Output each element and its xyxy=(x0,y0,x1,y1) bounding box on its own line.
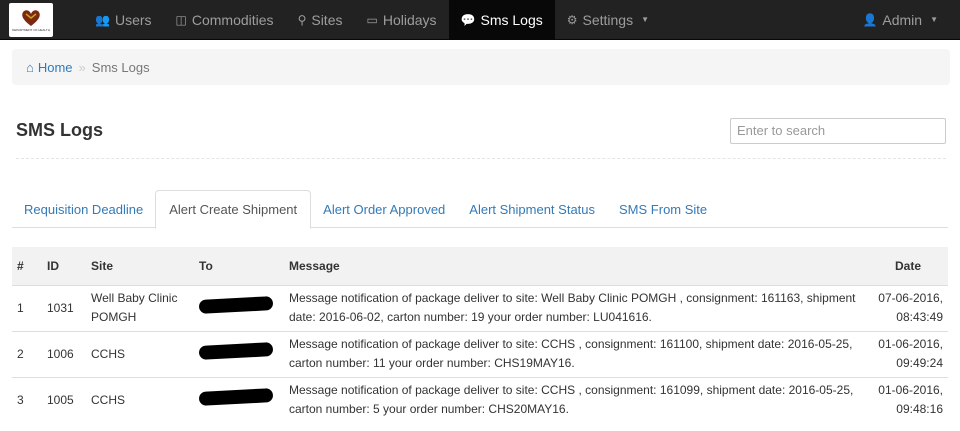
cell-site: Well Baby Clinic POMGH xyxy=(86,284,194,331)
bird-emblem-icon xyxy=(22,9,40,26)
map-marker-icon: ⚲ xyxy=(297,12,307,27)
tab-alert-create-shipment[interactable]: Alert Create Shipment xyxy=(155,190,312,229)
page-header: SMS Logs xyxy=(16,85,946,159)
breadcrumb-current: Sms Logs xyxy=(91,59,150,75)
breadcrumb-home-label: Home xyxy=(37,59,73,75)
breadcrumb: ⌂ Home » Sms Logs xyxy=(12,49,950,85)
nav-item-commodities[interactable]: ◫ Commodities xyxy=(164,0,286,40)
redacted-phone xyxy=(198,342,274,360)
tab-sms-from-site[interactable]: SMS From Site xyxy=(607,190,719,228)
cell-id: 1031 xyxy=(42,284,86,331)
breadcrumb-home-link[interactable]: ⌂ Home xyxy=(26,60,73,75)
sms-log-tabs: Requisition Deadline Alert Create Shipme… xyxy=(12,190,948,229)
cell-to xyxy=(194,376,284,423)
cell-id: 1005 xyxy=(42,376,86,423)
cell-message: Message notification of package deliver … xyxy=(284,284,868,331)
column-header-message[interactable]: Message xyxy=(284,247,868,285)
users-icon: 👥 xyxy=(95,12,110,27)
column-header-number[interactable]: # xyxy=(12,247,42,285)
cell-to xyxy=(194,284,284,331)
commodities-icon: ◫ xyxy=(175,12,187,27)
nav-label: Settings xyxy=(582,11,634,28)
nav-label: Sms Logs xyxy=(480,11,543,28)
tab-alert-order-approved[interactable]: Alert Order Approved xyxy=(311,190,457,228)
page-title: SMS Logs xyxy=(16,120,104,140)
caret-down-icon: ▼ xyxy=(641,15,650,24)
table-row[interactable]: 2 1006 CCHS Message notification of pack… xyxy=(12,330,948,377)
cell-site: CCHS xyxy=(86,330,194,377)
breadcrumb-separator: » xyxy=(78,59,86,75)
table-header-row: # ID Site To Message Date xyxy=(12,247,948,285)
cell-number: 1 xyxy=(12,284,42,331)
department-of-health-logo[interactable]: DEPARTMENT OF HEALTH xyxy=(9,2,53,37)
cell-date: 01-06-2016, 09:49:24 xyxy=(868,330,948,377)
nav-item-users[interactable]: 👥 Users xyxy=(83,0,164,40)
cell-date: 01-06-2016, 09:48:16 xyxy=(868,376,948,423)
comment-icon: 💬 xyxy=(460,12,476,27)
calendar-icon: ▭ xyxy=(366,12,378,27)
table-row[interactable]: 3 1005 CCHS Message notification of pack… xyxy=(12,376,948,423)
caret-down-icon: ▼ xyxy=(930,15,938,24)
cell-message: Message notification of package deliver … xyxy=(284,376,868,423)
home-icon: ⌂ xyxy=(26,59,34,75)
cell-number: 2 xyxy=(12,330,42,377)
user-icon: 👤 xyxy=(862,12,878,27)
tab-alert-shipment-status[interactable]: Alert Shipment Status xyxy=(457,190,607,228)
cell-number: 3 xyxy=(12,376,42,423)
nav-item-settings[interactable]: ⚙ Settings ▼ xyxy=(555,0,661,40)
nav-item-holidays[interactable]: ▭ Holidays xyxy=(354,0,448,40)
cell-date: 07-06-2016, 08:43:49 xyxy=(868,284,948,331)
nav-label: Holidays xyxy=(382,11,437,28)
nav-label: Commodities xyxy=(191,11,274,28)
table-row[interactable]: 1 1031 Well Baby Clinic POMGH Message no… xyxy=(12,284,948,331)
nav-label: Users xyxy=(114,11,152,28)
date-value: 01-06-2016, xyxy=(878,337,943,351)
column-header-date[interactable]: Date xyxy=(868,247,948,285)
top-navbar: DEPARTMENT OF HEALTH 👥 Users ◫ Commoditi… xyxy=(0,0,960,40)
sms-log-table: # ID Site To Message Date 1 1031 Well Ba… xyxy=(12,247,948,423)
time-value: 09:49:24 xyxy=(896,356,943,370)
column-header-to[interactable]: To xyxy=(194,247,284,285)
time-value: 08:43:49 xyxy=(896,310,943,324)
cell-message: Message notification of package deliver … xyxy=(284,330,868,377)
redacted-phone xyxy=(198,388,274,407)
nav-item-sms-logs[interactable]: 💬 Sms Logs xyxy=(448,0,555,40)
date-value: 07-06-2016, xyxy=(878,291,943,305)
cell-id: 1006 xyxy=(42,330,86,377)
nav-label: Sites xyxy=(311,11,343,28)
time-value: 09:48:16 xyxy=(896,402,943,417)
column-header-site[interactable]: Site xyxy=(86,247,194,285)
redacted-phone xyxy=(198,296,274,314)
cell-to xyxy=(194,330,284,377)
nav-user-label: Admin xyxy=(882,11,923,28)
tab-requisition-deadline[interactable]: Requisition Deadline xyxy=(12,190,155,228)
nav-user-menu[interactable]: 👤 Admin ▼ xyxy=(850,0,950,40)
cell-site: CCHS xyxy=(86,376,194,423)
sms-log-table-container: # ID Site To Message Date 1 1031 Well Ba… xyxy=(12,247,948,423)
date-value: 01-06-2016, xyxy=(878,383,943,398)
column-header-id[interactable]: ID xyxy=(42,247,86,285)
gear-icon: ⚙ xyxy=(566,12,578,27)
search-input[interactable] xyxy=(730,117,946,144)
logo-text: DEPARTMENT OF HEALTH xyxy=(12,27,50,32)
nav-item-sites[interactable]: ⚲ Sites xyxy=(286,0,355,40)
